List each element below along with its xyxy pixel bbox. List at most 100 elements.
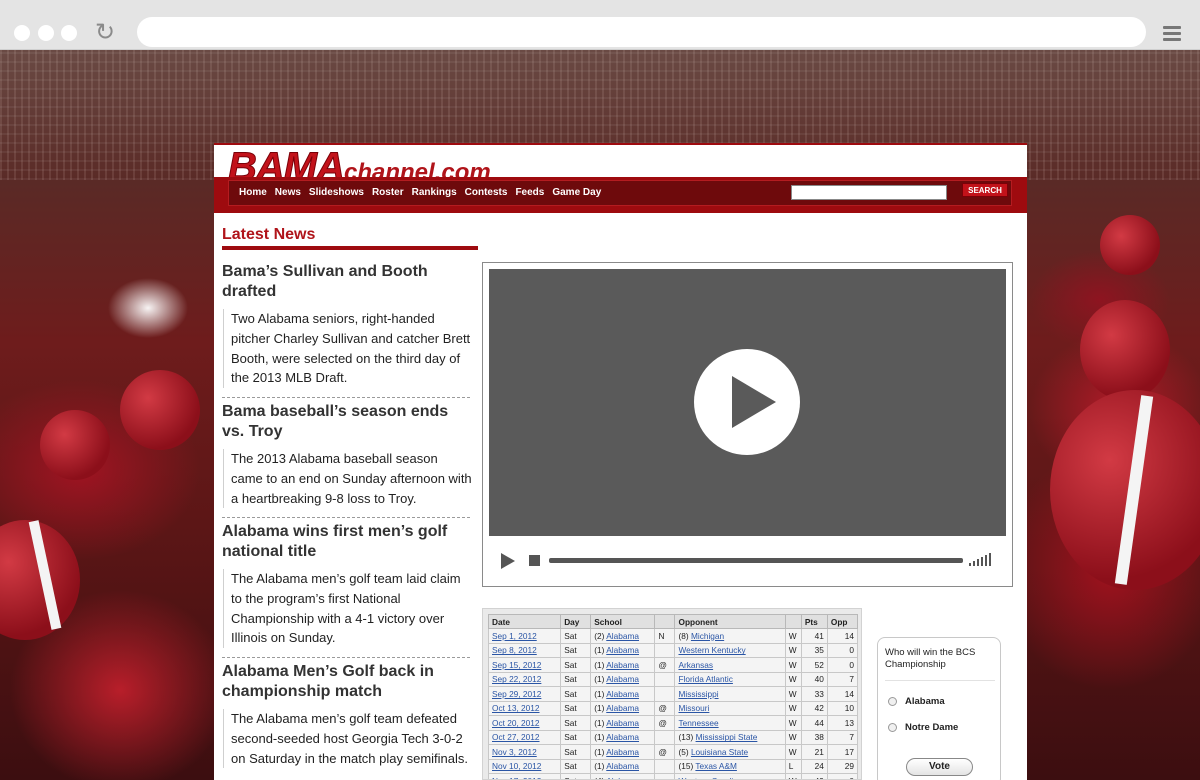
date-cell[interactable]: Nov 10, 2012 <box>487 758 562 774</box>
day-cell: Sat <box>560 642 592 658</box>
stop-icon[interactable] <box>529 555 540 566</box>
opponent-link[interactable]: Western Carolina <box>678 776 742 779</box>
opponent-link[interactable]: Florida Atlantic <box>678 674 732 684</box>
points-cell: 33 <box>800 686 828 702</box>
article-divider <box>222 397 470 398</box>
window-minimize-icon[interactable] <box>38 25 54 41</box>
nav-feeds-link[interactable]: Feeds <box>515 181 552 207</box>
vote-button[interactable]: Vote <box>906 758 973 776</box>
points-cell: 40 <box>800 671 828 687</box>
nav-roster-link[interactable]: Roster <box>372 181 412 207</box>
address-bar[interactable] <box>137 17 1146 47</box>
nav-home-link[interactable]: Home <box>239 181 275 207</box>
table-row: Sep 22, 2012 Sat (1) Alabama Florida Atlan… <box>487 671 859 687</box>
video-progress-bar[interactable] <box>549 558 963 563</box>
date-cell[interactable]: Nov 17, 2012 <box>487 773 562 779</box>
nav-gameday-link[interactable]: Game Day <box>552 181 609 207</box>
opponent-cell: Missouri <box>674 700 786 716</box>
table-row: Oct 20, 2012 Sat (1) Alabama @ Tennessee W 44… <box>487 715 859 731</box>
player-helmet-left <box>40 410 110 480</box>
search-input[interactable] <box>791 185 947 200</box>
school-cell: (1) Alabama <box>590 729 656 745</box>
opponent-link[interactable]: Tennessee <box>678 718 718 728</box>
nav-bar-inner: Home News Slideshows Roster Rankings Con… <box>228 180 1012 206</box>
date-cell[interactable]: Sep 8, 2012 <box>487 642 562 658</box>
article-headline[interactable]: Alabama wins first men’s golf national t… <box>222 522 472 562</box>
nav-slideshows-link[interactable]: Slideshows <box>309 181 372 207</box>
poll-option-alabama[interactable]: Alabama <box>888 696 945 707</box>
opponent-link[interactable]: Louisiana State <box>691 747 748 757</box>
table-row: Nov 10, 2012 Sat (1) Alabama (15) Texas A&M… <box>487 758 859 774</box>
column-header: Date <box>487 614 562 629</box>
play-icon <box>732 376 776 428</box>
date-cell[interactable]: Oct 13, 2012 <box>487 700 562 716</box>
school-link[interactable]: Alabama <box>606 660 639 670</box>
site-cell <box>654 686 676 702</box>
news-article: Alabama wins first men’s golf national t… <box>222 522 472 649</box>
school-link[interactable]: Alabama <box>606 776 639 779</box>
opponent-link[interactable]: Arkansas <box>678 660 713 670</box>
opponent-link[interactable]: Mississippi State <box>696 732 758 742</box>
site-cell <box>654 758 676 774</box>
school-rank: (4) <box>594 776 604 779</box>
date-cell[interactable]: Sep 15, 2012 <box>487 657 562 673</box>
result-cell: W <box>784 715 802 731</box>
article-headline[interactable]: Alabama Men’s Golf back in championship … <box>222 662 472 702</box>
school-cell: (1) Alabama <box>590 671 656 687</box>
browser-menu-icon[interactable] <box>1163 26 1181 42</box>
school-link[interactable]: Alabama <box>606 718 639 728</box>
article-divider <box>222 657 470 658</box>
nav-links: Home News Slideshows Roster Rankings Con… <box>239 181 609 207</box>
school-link[interactable]: Alabama <box>606 645 639 655</box>
school-link[interactable]: Alabama <box>606 631 639 641</box>
date-cell[interactable]: Oct 20, 2012 <box>487 715 562 731</box>
school-link[interactable]: Alabama <box>606 674 639 684</box>
school-link[interactable]: Alabama <box>606 732 639 742</box>
opponent-points-cell: 10 <box>826 700 859 716</box>
school-cell: (1) Alabama <box>590 686 656 702</box>
opponent-link[interactable]: Western Kentucky <box>678 645 745 655</box>
poll-widget: Who will win the BCS Championship Alabam… <box>877 637 1001 780</box>
big-play-button[interactable] <box>694 349 800 455</box>
opponent-link[interactable]: Michigan <box>691 631 724 641</box>
nav-rankings-link[interactable]: Rankings <box>412 181 465 207</box>
volume-icon[interactable] <box>969 550 995 566</box>
day-cell: Sat <box>560 657 592 673</box>
site-cell <box>654 671 676 687</box>
date-cell[interactable]: Sep 22, 2012 <box>487 671 562 687</box>
radio-button[interactable] <box>888 723 897 732</box>
article-headline[interactable]: Bama’s Sullivan and Booth drafted <box>222 262 472 302</box>
opponent-link[interactable]: Mississippi <box>678 689 718 699</box>
table-row: Oct 27, 2012 Sat (1) Alabama (13) Mississip… <box>487 729 859 745</box>
article-headline[interactable]: Bama baseball’s season ends vs. Troy <box>222 402 472 442</box>
window-maximize-icon[interactable] <box>61 25 77 41</box>
site-cell <box>654 729 676 745</box>
school-link[interactable]: Alabama <box>606 703 639 713</box>
date-cell[interactable]: Sep 1, 2012 <box>487 628 562 644</box>
radio-button[interactable] <box>888 697 897 706</box>
opponent-link[interactable]: Texas A&M <box>695 761 737 771</box>
school-cell: (1) Alabama <box>590 642 656 658</box>
date-cell[interactable]: Nov 3, 2012 <box>487 744 562 760</box>
reload-icon[interactable]: ↻ <box>95 20 119 44</box>
date-cell[interactable]: Oct 27, 2012 <box>487 729 562 745</box>
play-icon[interactable] <box>501 553 515 569</box>
browser-chrome: ↻ <box>0 0 1200 50</box>
search-button[interactable]: SEARCH <box>962 183 1008 197</box>
school-link[interactable]: Alabama <box>606 761 639 771</box>
date-cell[interactable]: Sep 29, 2012 <box>487 686 562 702</box>
opponent-cell: (13) Mississippi State <box>674 729 786 745</box>
column-header: Pts <box>800 614 828 629</box>
site-header: BAMAchannel.com <box>214 143 1027 190</box>
opponent-link[interactable]: Missouri <box>678 703 709 713</box>
window-close-icon[interactable] <box>14 25 30 41</box>
school-rank: (1) <box>594 645 605 656</box>
nav-news-link[interactable]: News <box>275 181 309 207</box>
nav-contests-link[interactable]: Contests <box>465 181 516 207</box>
school-link[interactable]: Alabama <box>606 747 639 757</box>
poll-option-notre-dame[interactable]: Notre Dame <box>888 722 958 733</box>
school-link[interactable]: Alabama <box>606 689 639 699</box>
website-container: BAMAchannel.com Home News Slideshows Ros… <box>214 130 1027 780</box>
column-header: School <box>590 614 656 629</box>
video-screen[interactable] <box>489 269 1006 536</box>
